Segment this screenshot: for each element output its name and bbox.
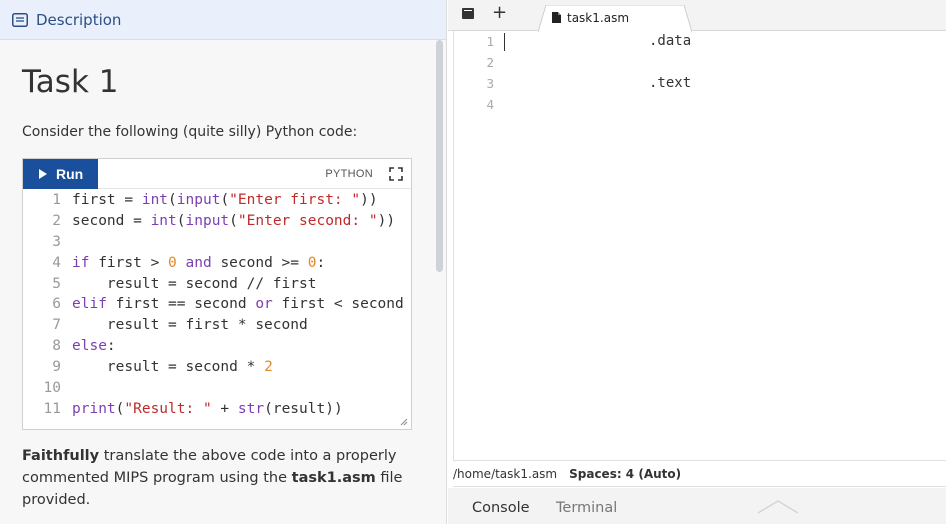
code-line-text: second = int(input("Enter second: ")) bbox=[72, 212, 396, 229]
editor-panel: + task1.asm 1 .data 2 3 .text 4 /home/task1.a… bbox=[448, 0, 946, 524]
description-header[interactable]: Description bbox=[0, 0, 446, 40]
code-line-number: 1 bbox=[52, 192, 61, 208]
code-line: 2 second = int(input("Enter second: ")) bbox=[23, 211, 411, 232]
app-root: Description Task 1 Consider the followin… bbox=[0, 0, 946, 524]
editor-statusbar: /home/task1.asm Spaces: 4 (Auto) bbox=[453, 462, 946, 487]
status-file-path: /home/task1.asm bbox=[453, 467, 558, 481]
tab-console[interactable]: Console bbox=[472, 500, 530, 516]
code-line-number: 5 bbox=[52, 275, 61, 292]
code-line-number: 6 bbox=[52, 296, 61, 313]
editor-line: 4 bbox=[454, 94, 944, 115]
bottom-tabs: Console Terminal bbox=[448, 488, 946, 524]
code-line-number: 9 bbox=[52, 359, 61, 376]
description-header-title: Description bbox=[36, 10, 122, 29]
code-line: 8 else: bbox=[23, 336, 411, 357]
code-line: 6 elif first == second or first < second bbox=[23, 294, 411, 315]
editor-line: 1 .data bbox=[454, 31, 944, 52]
run-button[interactable]: Run bbox=[23, 159, 98, 189]
code-lines[interactable]: 1 first = int(input("Enter first: ")) 2 sec… bbox=[23, 190, 411, 426]
task-title: Task 1 bbox=[22, 64, 119, 100]
code-line-number: 7 bbox=[52, 317, 61, 334]
code-line-text: result = first * second bbox=[72, 317, 308, 334]
code-line-number: 11 bbox=[43, 400, 61, 417]
text-cursor bbox=[504, 33, 505, 51]
instruction-bold-filename: task1.asm bbox=[291, 470, 376, 486]
code-line-text: result = second * 2 bbox=[72, 359, 273, 376]
code-line: 7 result = first * second bbox=[23, 315, 411, 336]
editor-line: 2 bbox=[454, 52, 944, 73]
code-line-text: else: bbox=[72, 338, 116, 355]
code-editor[interactable]: 1 .data 2 3 .text 4 bbox=[453, 31, 946, 461]
chevron-up-icon[interactable] bbox=[758, 498, 798, 514]
tab-terminal[interactable]: Terminal bbox=[556, 500, 617, 516]
editor-line-number: 4 bbox=[486, 97, 494, 112]
terminal-icon[interactable] bbox=[462, 8, 474, 19]
new-tab-button[interactable]: + bbox=[492, 2, 507, 23]
status-spaces[interactable]: Spaces: 4 (Auto) bbox=[569, 467, 681, 481]
instruction-text: Faithfully translate the above code into… bbox=[22, 445, 414, 511]
code-line-number: 8 bbox=[52, 338, 61, 355]
code-line: 11 print("Result: " + str(result)) bbox=[23, 399, 411, 420]
code-line-text: result = second // first bbox=[72, 275, 317, 292]
file-icon bbox=[552, 12, 561, 23]
play-icon bbox=[39, 169, 47, 179]
code-line-number: 2 bbox=[52, 212, 61, 229]
run-button-label: Run bbox=[56, 166, 84, 182]
code-line-text: first = int(input("Enter first: ")) bbox=[72, 192, 378, 208]
code-line: 3 bbox=[23, 232, 411, 253]
editor-tabbar: + task1.asm bbox=[448, 0, 946, 32]
code-line-number: 4 bbox=[52, 254, 61, 271]
description-icon bbox=[12, 12, 28, 27]
file-tab[interactable]: task1.asm bbox=[538, 5, 692, 32]
code-toolbar: Run PYTHON bbox=[23, 159, 411, 189]
code-line-text: print("Result: " + str(result)) bbox=[72, 400, 343, 417]
description-scrollbar[interactable] bbox=[436, 40, 443, 272]
code-line-text: elif first == second or first < second bbox=[72, 296, 404, 313]
instruction-bold-faithfully: Faithfully bbox=[22, 448, 100, 464]
editor-line-text: .text bbox=[649, 75, 692, 91]
code-line: 4 if first > 0 and second >= 0: bbox=[23, 253, 411, 274]
editor-line-number: 2 bbox=[486, 55, 494, 70]
resize-grip-icon[interactable] bbox=[400, 418, 408, 426]
language-label: PYTHON bbox=[325, 168, 373, 180]
code-line: 9 result = second * 2 bbox=[23, 357, 411, 378]
code-block: Run PYTHON 1 first = int(input("Enter fir… bbox=[22, 158, 412, 430]
editor-line-number: 1 bbox=[486, 34, 494, 49]
code-line: 10 bbox=[23, 378, 411, 399]
editor-line-text: .data bbox=[649, 33, 692, 49]
fullscreen-icon[interactable] bbox=[389, 167, 403, 181]
code-line-number: 10 bbox=[43, 380, 61, 397]
editor-line-number: 3 bbox=[486, 76, 494, 91]
file-tab-label: task1.asm bbox=[567, 11, 630, 25]
code-line: 5 result = second // first bbox=[23, 274, 411, 295]
code-line-text: if first > 0 and second >= 0: bbox=[72, 254, 326, 271]
editor-line: 3 .text bbox=[454, 73, 944, 94]
intro-text: Consider the following (quite silly) Pyt… bbox=[22, 124, 358, 140]
code-line-number: 3 bbox=[52, 233, 61, 250]
description-panel: Description Task 1 Consider the followin… bbox=[0, 0, 447, 524]
code-line: 1 first = int(input("Enter first: ")) bbox=[23, 190, 411, 211]
